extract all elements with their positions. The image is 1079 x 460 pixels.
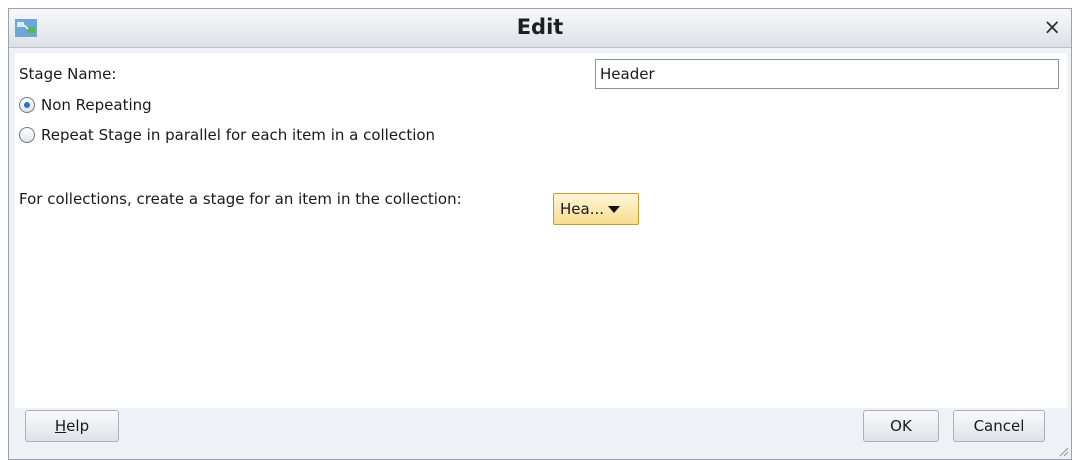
resize-grip-icon[interactable]	[1059, 447, 1069, 457]
ok-button-label: OK	[890, 417, 912, 435]
collection-label: For collections, create a stage for an i…	[19, 190, 462, 208]
edit-dialog: Edit × Stage Name: Non Repeating Repeat …	[8, 8, 1072, 460]
stage-name-input[interactable]	[595, 59, 1059, 89]
title-bar[interactable]: Edit ×	[9, 9, 1071, 48]
ok-button[interactable]: OK	[863, 410, 939, 442]
collection-dropdown[interactable]: Hea...	[553, 193, 639, 225]
collection-dropdown-value: Hea...	[560, 200, 605, 218]
radio-repeat-parallel[interactable]: Repeat Stage in parallel for each item i…	[19, 123, 435, 147]
radio-repeat-label: Repeat Stage in parallel for each item i…	[41, 126, 436, 144]
radio-button-selected[interactable]	[19, 97, 35, 113]
cancel-button-label: Cancel	[973, 417, 1025, 435]
help-button-label: Help	[54, 417, 90, 435]
chevron-down-icon	[608, 205, 621, 213]
content-panel: Stage Name: Non Repeating Repeat Stage i…	[15, 53, 1067, 408]
dialog-title: Edit	[516, 15, 564, 39]
help-button[interactable]: Help	[25, 410, 119, 442]
radio-button[interactable]	[19, 127, 35, 143]
radio-non-repeating[interactable]: Non Repeating	[19, 93, 152, 117]
stage-name-label: Stage Name:	[19, 65, 117, 83]
close-icon[interactable]: ×	[1043, 15, 1061, 39]
radio-non-repeating-label: Non Repeating	[41, 96, 152, 114]
cancel-button[interactable]: Cancel	[953, 410, 1045, 442]
